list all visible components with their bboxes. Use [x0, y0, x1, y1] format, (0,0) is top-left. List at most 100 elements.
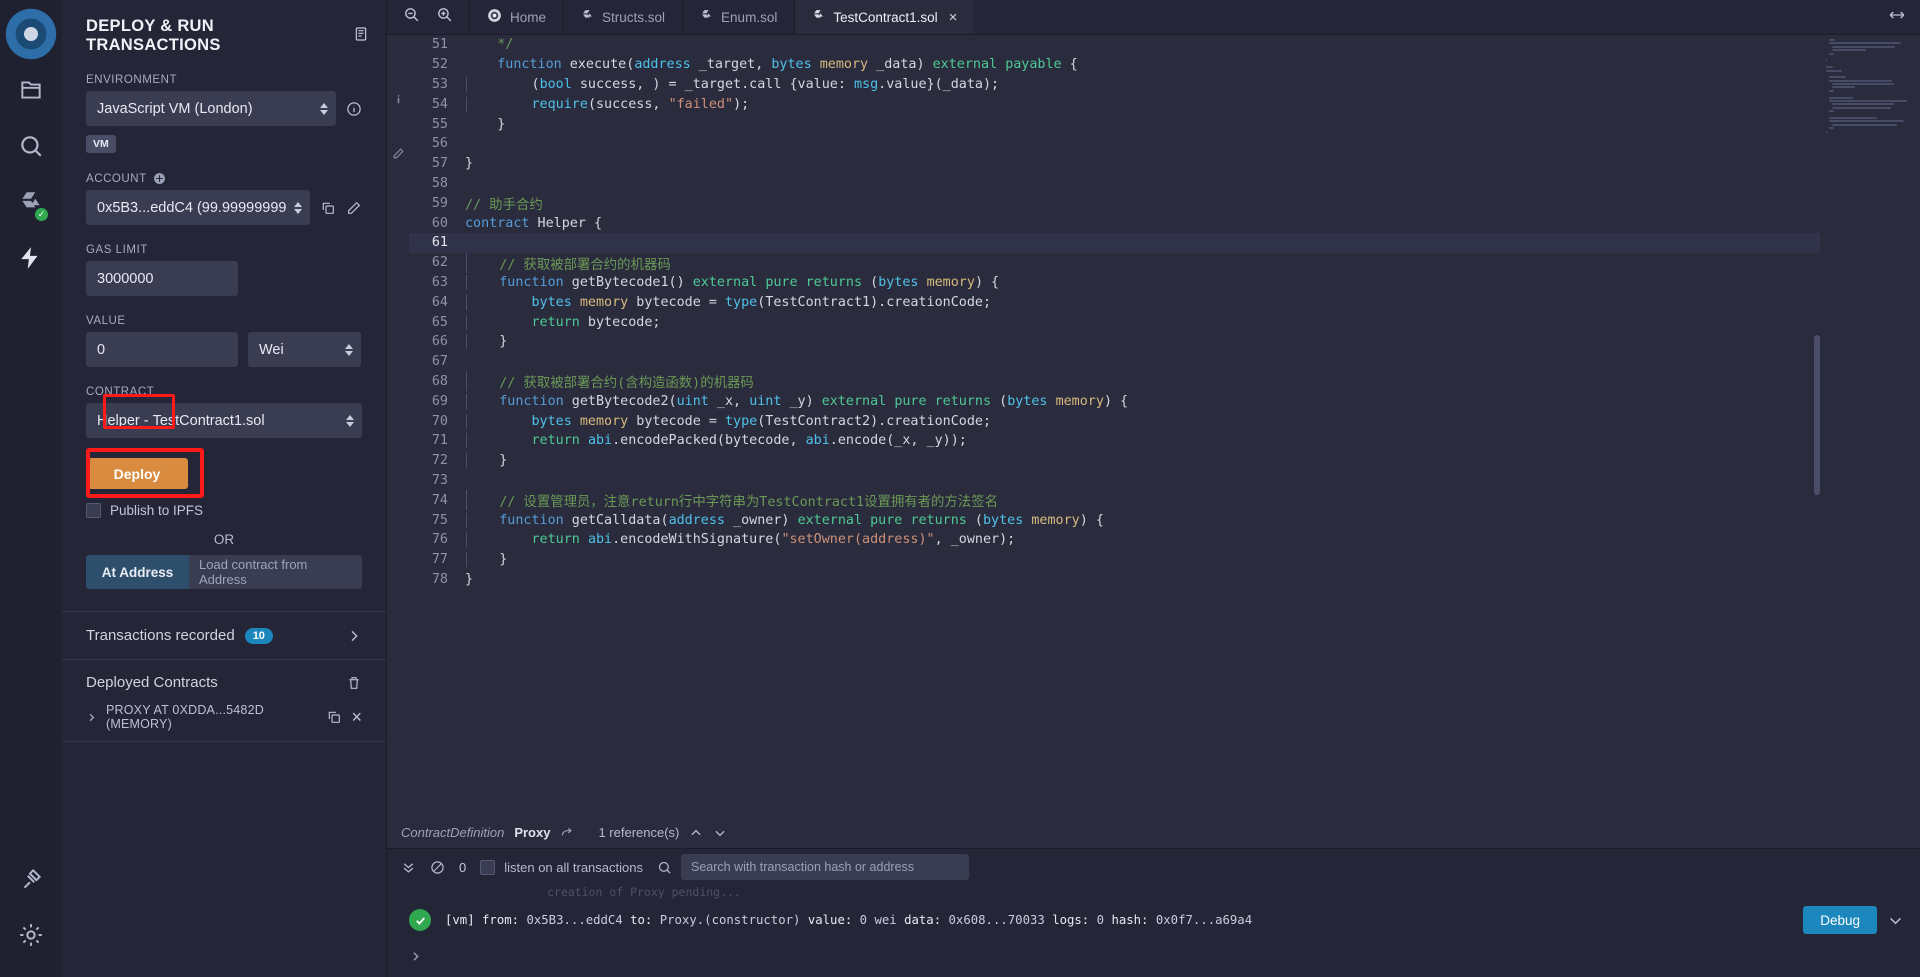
- no-entry-icon[interactable]: [430, 860, 445, 875]
- copy-icon[interactable]: [326, 709, 342, 725]
- info-icon[interactable]: [346, 101, 362, 117]
- code-line[interactable]: 69 function getBytecode2(uint _x, uint _…: [409, 391, 1920, 411]
- transactions-recorded-section[interactable]: Transactions recorded 10: [62, 611, 386, 660]
- chevron-up-icon[interactable]: [689, 826, 703, 840]
- edit-icon[interactable]: [346, 200, 362, 216]
- expand-arrows-icon[interactable]: [1888, 6, 1906, 29]
- editor-zoom-controls: [387, 0, 469, 34]
- listen-all-transactions-row[interactable]: listen on all transactions: [480, 859, 643, 875]
- tab-structs-sol[interactable]: Structs.sol: [563, 0, 682, 34]
- code-line[interactable]: 64 bytes memory bytecode = type(TestCont…: [409, 292, 1920, 312]
- code-line[interactable]: 74 // 设置管理员，注意return行中字符串为TestContract1设…: [409, 490, 1920, 511]
- at-address-button[interactable]: At Address: [86, 555, 189, 589]
- deployed-contracts-header: Deployed Contracts: [62, 660, 386, 697]
- contract-select[interactable]: Helper - TestContract1.sol: [86, 403, 362, 438]
- zoom-in-icon[interactable]: [436, 6, 453, 28]
- close-icon[interactable]: ×: [351, 708, 362, 726]
- code-line[interactable]: 52 function execute(address _target, byt…: [409, 55, 1920, 75]
- code-line[interactable]: 76 return abi.encodeWithSignature("setOw…: [409, 530, 1920, 550]
- code-line[interactable]: 58: [409, 174, 1920, 194]
- remix-logo-icon[interactable]: [3, 6, 59, 62]
- code-lines[interactable]: 51 */52 function execute(address _target…: [409, 35, 1920, 816]
- chevron-right-icon[interactable]: [86, 712, 97, 723]
- chevron-down-icon[interactable]: [713, 826, 727, 840]
- line-content: }: [465, 156, 474, 172]
- code-line[interactable]: 55 }: [409, 114, 1920, 134]
- transaction-search-input[interactable]: Search with transaction hash or address: [680, 854, 969, 880]
- tab-home[interactable]: Home: [469, 0, 563, 34]
- edit-icon[interactable]: [392, 147, 405, 165]
- debug-button[interactable]: Debug: [1803, 906, 1877, 934]
- arrow-jump-icon[interactable]: [560, 826, 574, 840]
- code-editor[interactable]: 51 */52 function execute(address _target…: [387, 35, 1920, 816]
- value-amount: 0: [97, 341, 106, 358]
- listen-all-transactions-checkbox[interactable]: [480, 859, 496, 875]
- contract-selected-name: Helper: [97, 412, 140, 429]
- plugin-manager-icon[interactable]: [3, 851, 59, 907]
- code-line[interactable]: 67: [409, 352, 1920, 372]
- editor-minimap[interactable]: [1820, 35, 1920, 816]
- code-line[interactable]: 51 */: [409, 35, 1920, 55]
- tab-enum-sol[interactable]: Enum.sol: [682, 0, 794, 34]
- minimap-line: [1826, 59, 1827, 62]
- trash-icon[interactable]: [346, 675, 362, 691]
- chevron-right-icon[interactable]: [346, 628, 362, 644]
- terminal-output[interactable]: creation of Proxy pending... [vm] from: …: [387, 885, 1920, 977]
- publish-ipfs-row[interactable]: Publish to IPFS: [86, 503, 362, 518]
- environment-select[interactable]: JavaScript VM (London): [86, 91, 336, 126]
- chevron-down-icon[interactable]: [1887, 912, 1904, 929]
- copy-icon[interactable]: [320, 200, 336, 216]
- settings-gear-icon[interactable]: [3, 907, 59, 963]
- at-address-input[interactable]: Load contract from Address: [189, 555, 362, 589]
- line-content: function getCalldata(address _owner) ext…: [466, 512, 1920, 528]
- transaction-log-row[interactable]: [vm] from: 0x5B3...eddC4 to: Proxy.(cons…: [387, 899, 1920, 941]
- code-line[interactable]: 60 contract Helper {: [409, 213, 1920, 233]
- line-number: 54: [431, 96, 448, 112]
- code-line[interactable]: 57}: [409, 154, 1920, 174]
- code-line[interactable]: 68 // 获取被部署合约(含构造函数)的机器码: [409, 371, 1920, 392]
- code-line[interactable]: 78}: [409, 570, 1920, 590]
- document-icon[interactable]: [353, 26, 369, 47]
- code-line[interactable]: 65 return bytecode;: [409, 312, 1920, 332]
- chevrons-down-icon[interactable]: [401, 860, 416, 875]
- code-line[interactable]: 63 function getBytecode1() external pure…: [409, 273, 1920, 293]
- transaction-log-actions: Debug: [1803, 906, 1904, 934]
- tx-logs-label: logs:: [1052, 913, 1090, 927]
- code-line[interactable]: 66 }: [409, 332, 1920, 352]
- code-line[interactable]: 73: [409, 471, 1920, 491]
- gas-limit-input[interactable]: 3000000: [86, 261, 238, 296]
- code-line[interactable]: 54 require(success, "failed");: [409, 94, 1920, 114]
- search-icon[interactable]: [3, 118, 59, 174]
- tx-from: 0x5B3...eddC4: [526, 913, 623, 927]
- deployed-contract-item[interactable]: PROXY AT 0XDDA...5482D (MEMORY) ×: [62, 697, 386, 742]
- terminal-prompt[interactable]: [387, 941, 1920, 977]
- code-line[interactable]: 75 function getCalldata(address _owner) …: [409, 510, 1920, 530]
- account-label: ACCOUNT: [86, 172, 362, 185]
- solidity-compiler-icon[interactable]: ✓: [3, 174, 59, 230]
- deploy-button[interactable]: Deploy: [86, 458, 188, 489]
- code-line[interactable]: 72 }: [409, 451, 1920, 471]
- code-line[interactable]: 70 bytes memory bytecode = type(TestCont…: [409, 411, 1920, 431]
- code-line[interactable]: 59 // 助手合约: [409, 193, 1920, 214]
- info-icon[interactable]: [392, 93, 405, 111]
- code-line[interactable]: 71 return abi.encodePacked(bytecode, abi…: [409, 431, 1920, 451]
- line-content: return bytecode;: [466, 314, 1920, 330]
- account-select[interactable]: 0x5B3...eddC4 (99.99999999: [86, 190, 310, 225]
- line-number: 65: [431, 314, 448, 330]
- code-line[interactable]: 56: [409, 134, 1920, 154]
- close-icon[interactable]: ×: [949, 9, 958, 26]
- plus-circle-icon[interactable]: [153, 172, 166, 185]
- deploy-run-icon[interactable]: [3, 230, 59, 286]
- code-line[interactable]: 53 (bool success, ) = _target.call {valu…: [409, 75, 1920, 95]
- value-unit-select[interactable]: Wei: [248, 332, 361, 367]
- search-icon[interactable]: [657, 860, 672, 875]
- publish-ipfs-checkbox[interactable]: [86, 503, 101, 518]
- value-input[interactable]: 0: [86, 332, 238, 367]
- code-line[interactable]: 77 }: [409, 550, 1920, 570]
- tab-testcontract1-sol[interactable]: TestContract1.sol ×: [794, 0, 975, 34]
- code-line[interactable]: 62 // 获取被部署合约的机器码: [409, 252, 1920, 273]
- file-explorer-icon[interactable]: [3, 62, 59, 118]
- editor-scrollbar[interactable]: [1814, 335, 1820, 495]
- zoom-out-icon[interactable]: [403, 6, 420, 28]
- code-line[interactable]: 61: [409, 232, 1920, 253]
